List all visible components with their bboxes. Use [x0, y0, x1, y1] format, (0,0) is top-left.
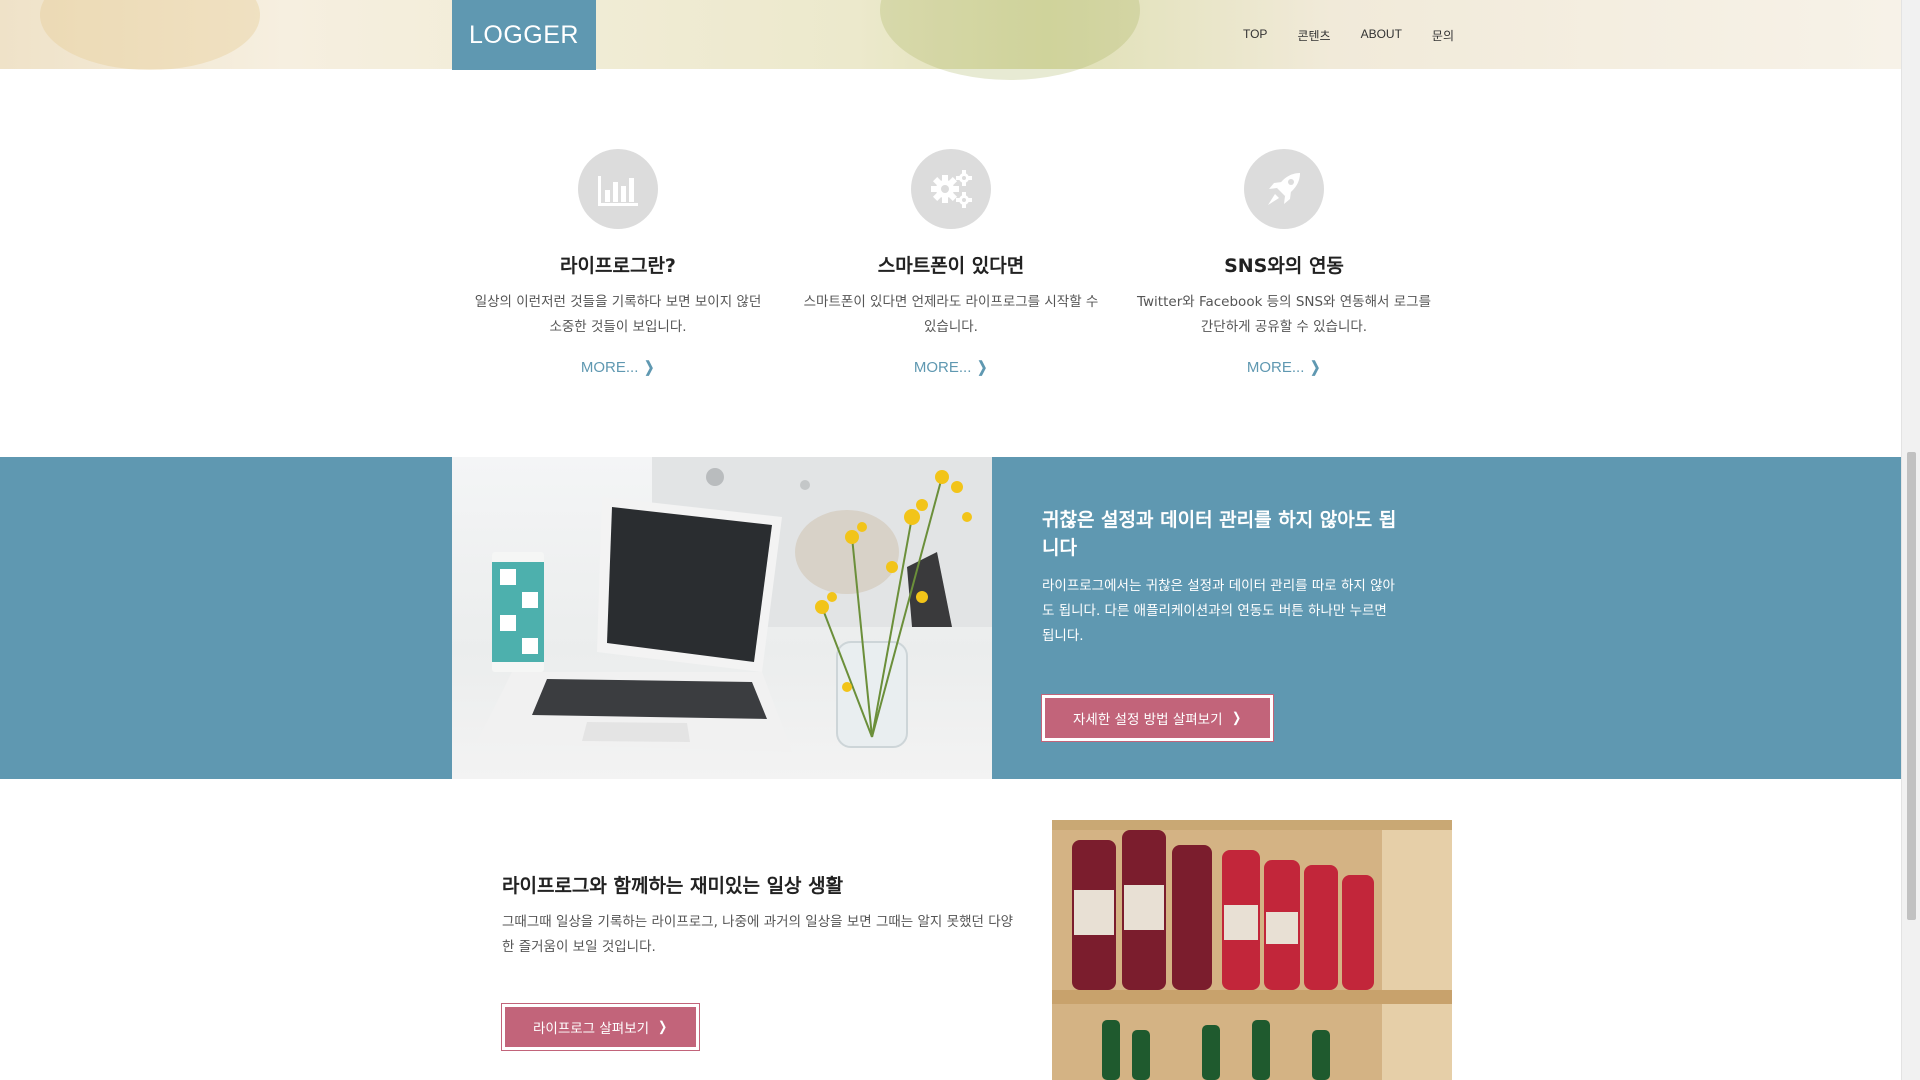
main-nav: TOP 콘텐츠 ABOUT 문의	[1243, 27, 1454, 44]
header-background-decoration	[880, 0, 1140, 80]
chevron-right-icon: ❯	[658, 1019, 668, 1035]
settings-guide-button[interactable]: 자세한 설정 방법 살펴보기 ❯	[1041, 694, 1274, 742]
nav-item-contents[interactable]: 콘텐츠	[1297, 27, 1330, 44]
feature-title: 스마트폰이 있다면	[877, 255, 1025, 277]
bar-chart-icon	[578, 149, 658, 229]
section-description: 라이프로그에서는 귀찮은 설정과 데이터 관리를 따로 하지 않아도 됩니다. …	[1042, 578, 1395, 644]
scrollbar-thumb[interactable]	[1907, 452, 1916, 920]
site-header	[0, 0, 1902, 80]
feature-description: Twitter와 Facebook 등의 SNS와 연동해서 로그를 간단하게 …	[1137, 294, 1431, 335]
feature-card: SNS와의 연동 Twitter와 Facebook 등의 SNS와 연동해서 …	[1124, 149, 1444, 376]
feature-description: 스마트폰이 있다면 언제라도 라이프로그를 시작할 수 있습니다.	[803, 294, 1099, 335]
chevron-right-icon: ❯	[976, 359, 987, 376]
site-logo[interactable]: LOGGER	[452, 0, 596, 70]
settings-content: 귀찮은 설정과 데이터 관리를 하지 않아도 됩니다 라이프로그에서는 귀찮은 …	[1041, 506, 1402, 742]
feature-description: 일상의 이런저런 것들을 기록하다 보면 보이지 않던 소중한 것들이 보입니다…	[474, 294, 762, 335]
section-title: 귀찮은 설정과 데이터 관리를 하지 않아도 됩니다	[1042, 509, 1397, 559]
more-link[interactable]: MORE... ❯	[581, 358, 655, 376]
rocket-icon	[1244, 149, 1324, 229]
laptop-photo	[452, 457, 992, 779]
more-link[interactable]: MORE... ❯	[914, 358, 988, 376]
page-scrollbar[interactable]	[1901, 0, 1920, 1080]
section-title: 라이프로그와 함께하는 재미있는 일상 생활	[502, 875, 844, 897]
header-background-decoration	[40, 0, 260, 70]
chevron-right-icon: ❯	[1231, 710, 1241, 726]
nav-item-top[interactable]: TOP	[1243, 27, 1267, 44]
nav-item-about[interactable]: ABOUT	[1361, 27, 1402, 44]
feature-card: 스마트폰이 있다면 스마트폰이 있다면 언제라도 라이프로그를 시작할 수 있습…	[791, 149, 1111, 376]
section-description: 그때그때 일상을 기록하는 라이프로그, 나중에 과거의 일상을 보면 그때는 …	[502, 914, 1014, 955]
chevron-right-icon: ❯	[1309, 359, 1320, 376]
feature-card: 라이프로그란? 일상의 이런저런 것들을 기록하다 보면 보이지 않던 소중한 …	[458, 149, 778, 376]
nav-item-contact[interactable]: 문의	[1432, 27, 1454, 44]
gears-icon	[911, 149, 991, 229]
feature-title: 라이프로그란?	[560, 255, 676, 277]
more-link[interactable]: MORE... ❯	[1247, 358, 1321, 376]
juice-shelf-photo	[1052, 820, 1452, 1080]
chevron-right-icon: ❯	[643, 359, 654, 376]
lifelog-explore-button[interactable]: 라이프로그 살펴보기 ❯	[500, 1003, 701, 1051]
lifelog-intro: 라이프로그와 함께하는 재미있는 일상 생활 그때그때 일상을 기록하는 라이프…	[500, 871, 1022, 1051]
feature-title: SNS와의 연동	[1224, 255, 1344, 277]
